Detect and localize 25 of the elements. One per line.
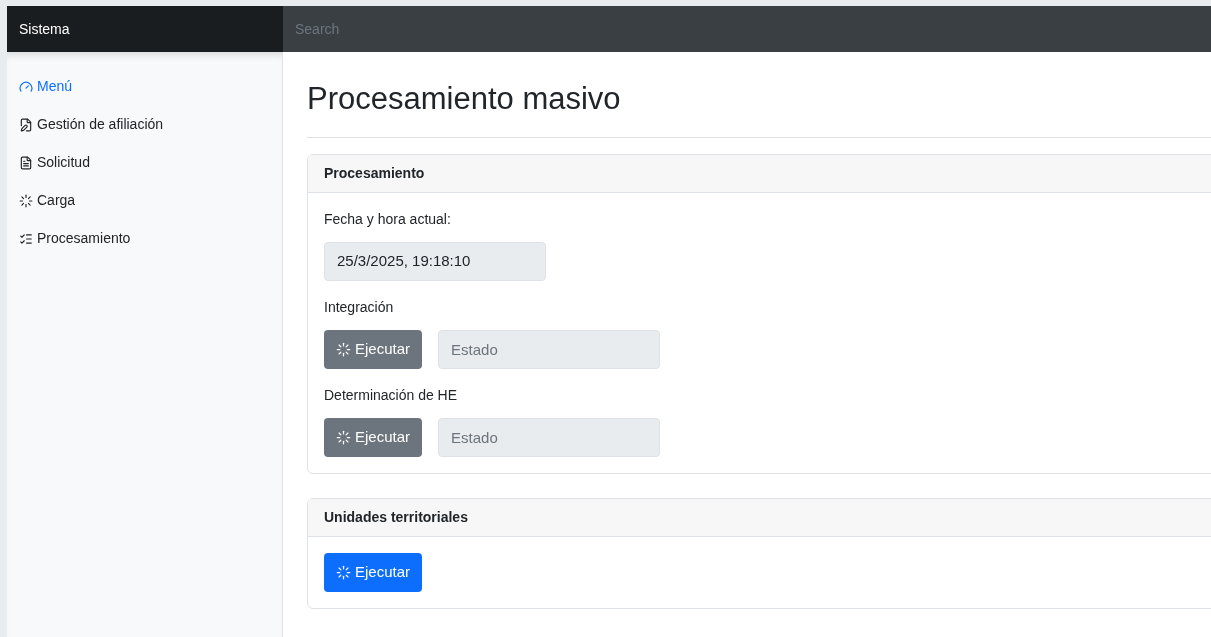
datetime-field: 25/3/2025, 19:18:10 <box>324 241 546 281</box>
execute-button[interactable]: Ejecutar <box>324 552 423 592</box>
sidebar-item[interactable]: Menú <box>19 76 270 97</box>
card-header: Unidades territoriales <box>308 498 1211 537</box>
loader-icon <box>336 564 351 580</box>
execute-button[interactable]: Ejecutar <box>324 329 423 369</box>
page-title: Procesamiento masivo <box>307 76 1211 138</box>
file-icon <box>19 155 33 170</box>
execute-button[interactable]: Ejecutar <box>324 417 423 457</box>
loader-icon <box>19 193 33 208</box>
navbar-brand[interactable]: Sistema <box>7 6 283 52</box>
loader-icon <box>336 341 351 357</box>
loader-icon <box>336 429 351 445</box>
sidebar-item[interactable]: Procesamiento <box>19 228 270 249</box>
file-pen-icon <box>19 117 33 132</box>
card-header: Procesamiento <box>308 154 1211 193</box>
field-label: Determinación de HE <box>324 385 459 405</box>
sidebar-item[interactable]: Carga <box>19 190 270 211</box>
checklist-icon <box>19 231 33 246</box>
search-field[interactable]: Search <box>283 6 1211 52</box>
sidebar-item[interactable]: Solicitud <box>19 152 270 173</box>
field-label: Fecha y hora actual: <box>324 209 452 229</box>
sidebar-item[interactable]: Gestión de afiliación <box>19 114 270 135</box>
field-label: Integración <box>324 297 395 317</box>
gauge-icon <box>19 79 33 94</box>
